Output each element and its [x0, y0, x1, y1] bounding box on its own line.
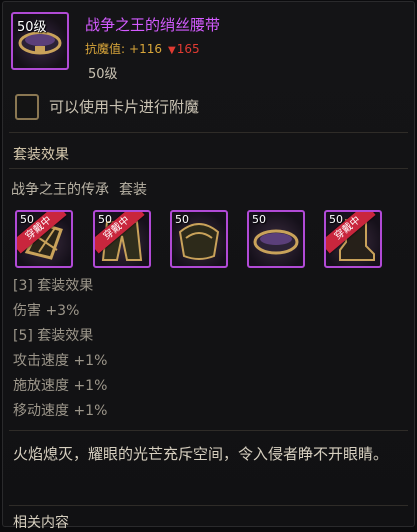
divider — [9, 430, 408, 431]
flavor-text: 火焰熄灭，耀眼的光芒充斥空间，令入侵者睁不开眼睛。 — [13, 445, 389, 463]
item-level: 50级 — [88, 67, 118, 82]
set-effect-line: 施放速度 +1% — [13, 378, 108, 394]
set-item-gauntlet[interactable]: 50 穿戴中 — [15, 210, 73, 268]
item-name: 战争之王的绡丝腰带 — [85, 16, 221, 34]
set-suffix: 套装 — [119, 182, 147, 198]
divider — [9, 132, 408, 133]
set-effects: [3] 套装效果 伤害 +3% [5] 套装效果 攻击速度 +1% 施放速度 +… — [13, 274, 107, 424]
set-effect-line: 伤害 +3% — [13, 303, 80, 319]
set-effect-line: [5] 套装效果 — [13, 328, 94, 344]
set-item-boots[interactable]: 50 穿戴中 — [324, 210, 382, 268]
set-name: 战争之王的传承 — [11, 182, 109, 198]
stat-label: 抗魔值: — [85, 42, 126, 56]
icon-level-label: 50级 — [17, 20, 47, 35]
set-effect-line: 移动速度 +1% — [13, 403, 108, 419]
set-item-level: 50 — [175, 213, 189, 226]
related-content-title: 相关内容 — [13, 515, 69, 531]
set-item-belt[interactable]: 50 — [247, 210, 305, 268]
set-item-level: 50 — [252, 213, 266, 226]
belt-item-icon[interactable]: 50级 — [11, 12, 69, 70]
set-section-title: 套装效果 — [13, 147, 69, 163]
card-enchant-text: 可以使用卡片进行附魔 — [49, 98, 200, 116]
set-name-row: 战争之王的传承 套装 — [11, 179, 147, 199]
set-item-shoulder[interactable]: 50 — [170, 210, 228, 268]
item-tooltip: 50级 战争之王的绡丝腰带 抗魔值:+116 165 50级 可以使用卡片进行附魔… — [2, 1, 415, 531]
divider — [9, 168, 408, 169]
divider — [9, 505, 408, 506]
set-item-pants[interactable]: 50 穿戴中 — [93, 210, 151, 268]
stat-down-value: 165 — [168, 42, 200, 56]
stat-row: 抗魔值:+116 165 — [85, 40, 200, 57]
stat-value: +116 — [129, 42, 163, 56]
set-effect-line: [3] 套装效果 — [13, 278, 94, 294]
set-effect-line: 攻击速度 +1% — [13, 353, 108, 369]
card-slot-icon — [15, 94, 39, 120]
